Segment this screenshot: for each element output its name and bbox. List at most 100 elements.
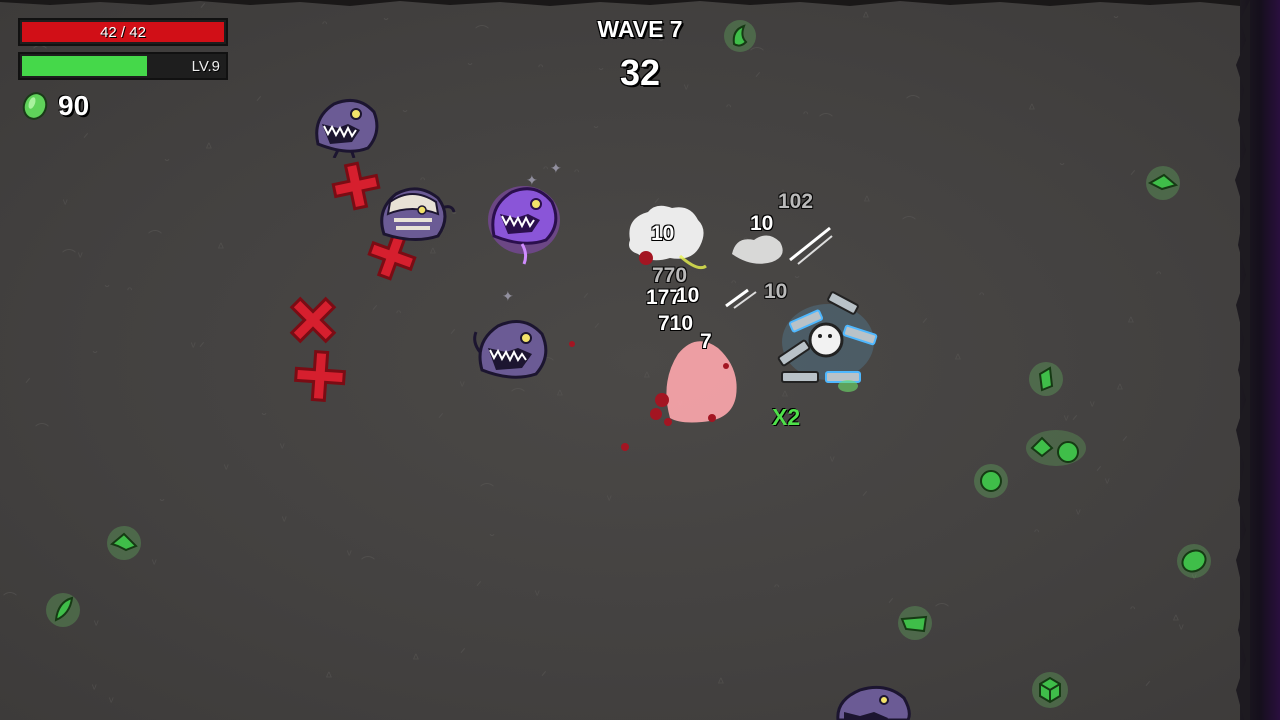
ground-doodle: ᐟ — [862, 488, 868, 504]
ground-doodle: ᐞ — [556, 387, 564, 403]
blood-splat — [569, 341, 575, 347]
level-label: LV.9 — [191, 57, 220, 75]
ground-doodle: ᐞ — [429, 245, 437, 261]
ground-doodle: ᐟ — [583, 290, 589, 306]
alien-enemy-elite — [488, 186, 560, 265]
ground-doodle: ᐞ — [717, 675, 725, 691]
ground-doodle: ᐞ — [217, 240, 225, 256]
ground-doodle: ᐟ — [1096, 463, 1102, 479]
ground-doodle: ᐟ — [256, 93, 262, 109]
alien-enemy — [473, 320, 548, 379]
ground-doodle: ᵛ — [1090, 397, 1095, 413]
ground-doodle: ᵛ — [282, 512, 287, 528]
ground-doodle: ᵛ — [1179, 620, 1184, 636]
ground-doodle: ᵛ — [1076, 505, 1081, 521]
ground-doodle: ᵛ — [109, 693, 114, 709]
ground-doodle: ᵛ — [830, 452, 835, 468]
ground-doodle: ⌒ — [935, 602, 949, 618]
ground-doodle: ᵔ — [803, 107, 809, 123]
ground-doodle: ᐟ — [83, 130, 89, 146]
ground-doodle: ᵔ — [726, 100, 732, 116]
ground-doodle: ᵔ — [1034, 525, 1040, 541]
ground-doodle: ᵛ — [152, 555, 157, 571]
ground-doodle: ˘ — [594, 123, 599, 139]
health-text: 42 / 42 — [100, 23, 146, 41]
ground-doodle: ᵛ — [94, 616, 99, 632]
ground-doodle: ⌒ — [361, 555, 375, 571]
ground-doodle: ˘ — [105, 282, 110, 298]
material-pickup — [1146, 166, 1180, 200]
ground-doodle: ᐟ — [460, 645, 466, 661]
ground-doodle: ᵔ — [127, 283, 133, 299]
sparkle-icon: ✦ — [502, 288, 514, 304]
ground-doodle: ⌒ — [35, 422, 49, 438]
ground-doodle: ᐟ — [1130, 167, 1136, 183]
ground-doodle: ᐟ — [594, 320, 600, 336]
ground-doodle: ᐞ — [1172, 612, 1180, 628]
material-icon — [22, 92, 48, 120]
damage-number: 710 — [658, 312, 694, 335]
mummy-alien-enemy — [380, 187, 456, 241]
ground-doodle: ᵛ — [63, 195, 68, 211]
ground-doodle: ᵛ — [1064, 411, 1069, 427]
ground-doodle: ᐟ — [476, 578, 482, 594]
ground-doodle: ˘ — [1114, 13, 1119, 29]
ground-doodle: ᵛ — [224, 460, 229, 476]
ground-doodle: ˘ — [468, 60, 473, 76]
materials-counter: 90 — [22, 90, 89, 122]
ground-doodle: ˘ — [262, 410, 267, 426]
material-pickup — [107, 526, 141, 560]
ground-doodle: ᵛ — [280, 439, 285, 455]
damage-number: 10 — [764, 280, 788, 303]
blood-splat — [621, 443, 629, 451]
ground-doodle: ᵛ — [78, 248, 83, 264]
ground-doodle: ᐞ — [863, 193, 871, 209]
arena-top-edge — [0, 0, 1280, 6]
wave-title: WAVE 7 — [597, 16, 683, 42]
material-pickup — [898, 606, 932, 640]
ground-doodle: ᐞ — [954, 351, 962, 367]
ground-doodle: ⌒ — [511, 387, 525, 403]
ground-doodle: ᐞ — [1116, 381, 1124, 397]
ground-doodle: ᐟ — [450, 326, 456, 342]
ground-doodle: ᐟ — [922, 315, 928, 331]
ground-doodle: ˘ — [490, 531, 495, 547]
ground-doodle: ᵛ — [607, 491, 612, 507]
wave-timer: 32 — [619, 52, 661, 93]
ground-doodle: ᵔ — [979, 288, 985, 304]
damage-number: 10 — [750, 212, 774, 235]
alien-enemy — [836, 685, 911, 720]
ground-doodle: ⌒ — [475, 24, 489, 40]
ground-doodle: ˘ — [1060, 160, 1065, 176]
ground-doodle: ᐟ — [372, 302, 378, 318]
ground-doodle: ᐟ — [1145, 678, 1151, 694]
ground-doodle: ⌒ — [902, 215, 916, 231]
material-pickup — [1032, 672, 1068, 708]
ground-doodle: ᐞ — [862, 9, 870, 25]
ground-doodle: ˘ — [160, 496, 165, 512]
ground-doodle: ᐞ — [325, 669, 333, 685]
ground-doodle: ᐞ — [1127, 314, 1135, 330]
ground-doodle: ᵔ — [1156, 267, 1162, 283]
material-pickup — [1026, 430, 1086, 466]
ground-doodle: ˘ — [165, 156, 170, 172]
materials-count: 90 — [58, 90, 90, 121]
material-pickup — [974, 464, 1008, 498]
dying-enemy-effect — [650, 341, 737, 426]
ground-doodle: ᵛ — [1105, 474, 1110, 490]
ground-doodle: ᵔ — [322, 17, 328, 33]
health-cross — [289, 296, 337, 344]
game-arena: ᵛ⌒ᐟᵛ˘⌒˘ᐟᐟ⌒ᐞᵔ˘ᐞᐟᵔ˘˘ᵛᵛᵔᵛᵛ⌒⌒ᵔᐞᐟ⌒ᐞᐟᵛᵛᵛᵔᐟ˘ᐞᐟᐞ… — [0, 0, 1280, 720]
damage-number: 10 — [651, 222, 675, 245]
ground-doodle: ⌒ — [148, 229, 162, 245]
ground-doodle: ᐟ — [199, 339, 205, 355]
ground-doodle: ⌒ — [819, 112, 833, 128]
ground-doodle: ᵔ — [396, 306, 402, 322]
ground-doodle: ᐟ — [1072, 412, 1078, 428]
ground-doodle: ᐟ — [438, 410, 444, 426]
alien-enemy — [315, 98, 379, 158]
ground-doodle: ᵛ — [347, 546, 352, 562]
ground-doodle: ᐞ — [205, 140, 213, 156]
ground-doodle: ᵛ — [92, 680, 97, 696]
damage-number: 102 — [778, 190, 814, 213]
